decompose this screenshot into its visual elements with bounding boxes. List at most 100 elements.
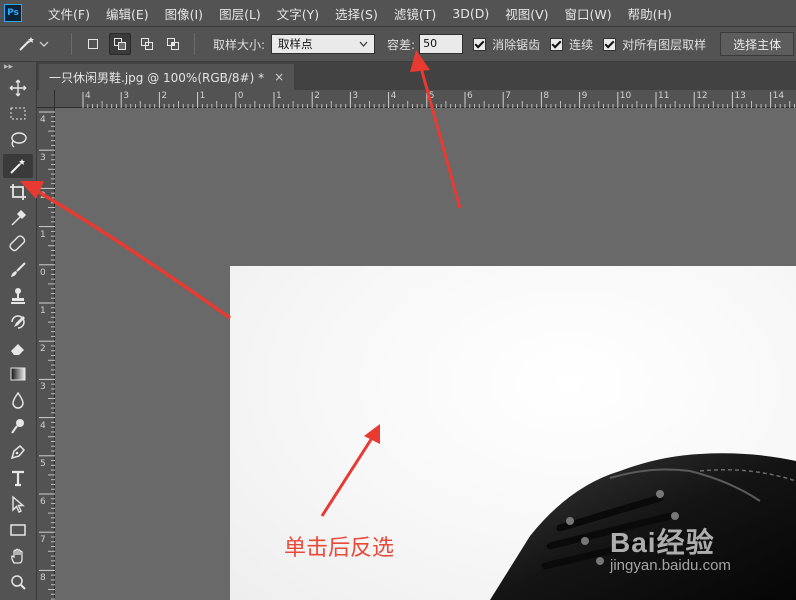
ruler-tick-label: 9 <box>581 91 588 101</box>
zoom-icon <box>11 575 26 590</box>
zoom-tool[interactable] <box>3 570 33 594</box>
document-tab[interactable]: 一只休闲男鞋.jpg @ 100%(RGB/8#) * × <box>39 64 295 90</box>
ruler-tick-label: 5 <box>40 458 46 469</box>
menu-edit[interactable]: 编辑(E) <box>98 4 157 23</box>
tool-preset-picker[interactable] <box>18 36 49 52</box>
marquee-icon <box>10 107 26 120</box>
menu-help[interactable]: 帮助(H) <box>620 4 680 23</box>
menu-select[interactable]: 选择(S) <box>327 4 386 23</box>
subtract-from-selection-icon <box>141 38 153 50</box>
blur-tool[interactable] <box>3 388 33 412</box>
ruler-tick-label: 11 <box>658 91 670 101</box>
move-tool[interactable] <box>3 76 33 100</box>
ruler-tick-label: 0 <box>40 267 46 278</box>
history-brush-icon <box>11 315 25 329</box>
ruler-corner[interactable] <box>37 90 55 108</box>
ruler-tick-label: 8 <box>543 91 550 101</box>
menu-filter[interactable]: 滤镜(T) <box>386 4 444 23</box>
tolerance-input[interactable]: 50 <box>419 34 464 54</box>
hand-tool[interactable] <box>3 544 33 568</box>
menu-view[interactable]: 视图(V) <box>497 4 556 23</box>
sample-size-value: 取样点 <box>278 37 313 51</box>
menu-file[interactable]: 文件(F) <box>40 4 98 23</box>
sample-size-select[interactable]: 取样点 <box>271 34 376 54</box>
ruler-tick-label: 4 <box>40 115 46 125</box>
ruler-tick-label: 13 <box>734 91 746 101</box>
menu-type[interactable]: 文字(Y) <box>269 4 327 23</box>
eyedropper-tool[interactable] <box>3 206 33 230</box>
hand-icon <box>11 548 23 564</box>
rectangle-tool[interactable] <box>3 518 33 542</box>
shoe-photo[interactable]: 单击后反选 Bai经验 jingyan.baidu.com <box>230 266 796 600</box>
type-icon <box>12 470 24 487</box>
ruler-tick-label: 4 <box>390 91 397 101</box>
lasso-tool[interactable] <box>3 128 33 152</box>
panel-collapse-icon[interactable]: ▸▸ <box>0 62 36 74</box>
menu-layer[interactable]: 图层(L) <box>211 4 269 23</box>
sample-all-layers-label: 对所有图层取样 <box>622 37 707 52</box>
checkbox-checked-icon <box>473 37 487 51</box>
magic-wand-tool[interactable] <box>3 154 33 178</box>
pen-tool[interactable] <box>3 440 33 464</box>
ruler-tick-label: 7 <box>40 535 46 546</box>
ruler-tick-label: 7 <box>505 91 511 101</box>
select-subject-button[interactable]: 选择主体 <box>720 32 795 56</box>
path-selection-tool[interactable] <box>3 492 33 516</box>
watermark-url: jingyan.baidu.com <box>610 557 731 574</box>
ruler-tick-label: 2 <box>40 191 46 202</box>
clone-stamp-tool[interactable] <box>3 284 33 308</box>
vertical-ruler[interactable]: 4 3 2 1 0 1 2 3 4 5 6 7 8 <box>37 108 55 600</box>
intersect-selection-button[interactable] <box>163 34 183 54</box>
healing-brush-tool[interactable] <box>3 232 33 256</box>
stamp-icon <box>11 288 25 304</box>
chevron-down-icon <box>39 41 49 47</box>
photoshop-logo: Ps <box>4 4 22 22</box>
contiguous-checkbox[interactable]: 连续 <box>550 36 593 53</box>
sample-all-layers-checkbox[interactable]: 对所有图层取样 <box>603 36 706 53</box>
tools-panel: ▸▸ <box>0 62 37 600</box>
menu-image[interactable]: 图像(I) <box>157 4 211 23</box>
subtract-from-selection-button[interactable] <box>137 34 157 54</box>
document-canvas[interactable]: 单击后反选 Bai经验 jingyan.baidu.com <box>55 108 796 600</box>
chevron-down-icon <box>359 41 368 47</box>
crop-icon <box>10 184 26 200</box>
pointer-arrow-icon <box>12 495 25 513</box>
history-brush-tool[interactable] <box>3 310 33 334</box>
new-selection-button[interactable] <box>83 34 103 54</box>
gradient-tool[interactable] <box>3 362 33 386</box>
document-tab-bar: 一只休闲男鞋.jpg @ 100%(RGB/8#) * × <box>37 62 796 90</box>
eraser-tool[interactable] <box>3 336 33 360</box>
options-bar: 取样大小: 取样点 容差: 50 消除锯齿 连续 对所有图层取样 选择主体 <box>0 26 796 62</box>
marquee-tool[interactable] <box>3 102 33 126</box>
horizontal-ruler[interactable]: 4 3 2 1 0 1 2 3 4 5 6 7 8 9 10 11 12 13 14 <box>55 90 796 108</box>
ruler-tick-label: 0 <box>237 91 244 101</box>
ruler-tick-label: 1 <box>276 91 282 101</box>
magic-wand-icon <box>10 159 25 174</box>
lasso-icon <box>11 132 27 148</box>
menu-bar: Ps 文件(F) 编辑(E) 图像(I) 图层(L) 文字(Y) 选择(S) 滤… <box>0 0 796 26</box>
close-icon[interactable]: × <box>274 70 284 84</box>
anti-alias-checkbox[interactable]: 消除锯齿 <box>473 36 540 53</box>
ruler-tick-label: 1 <box>40 229 46 240</box>
ruler-tick-label: 2 <box>314 91 320 101</box>
ruler-tick-label: 4 <box>85 91 91 101</box>
separator <box>71 33 72 55</box>
ruler-tick-label: 3 <box>123 91 129 101</box>
tolerance-label: 容差: <box>387 37 416 52</box>
crop-tool[interactable] <box>3 180 33 204</box>
ruler-tick-label: 3 <box>40 382 46 393</box>
dodge-tool[interactable] <box>3 414 33 438</box>
brush-tool[interactable] <box>3 258 33 282</box>
eraser-icon <box>11 344 24 355</box>
sample-size-label: 取样大小: <box>213 37 266 52</box>
menu-3d[interactable]: 3D(D) <box>444 6 497 21</box>
annotation-text: 单击后反选 <box>284 536 395 561</box>
type-tool[interactable] <box>3 466 33 490</box>
ruler-tick-label: 2 <box>161 91 168 101</box>
add-to-selection-button[interactable] <box>109 33 131 55</box>
rectangle-icon <box>10 524 26 536</box>
baidu-watermark: Bai经验 jingyan.baidu.com <box>610 521 731 574</box>
menu-window[interactable]: 窗口(W) <box>557 4 620 23</box>
new-selection-icon <box>88 39 98 49</box>
ruler-tick-label: 4 <box>40 420 46 431</box>
